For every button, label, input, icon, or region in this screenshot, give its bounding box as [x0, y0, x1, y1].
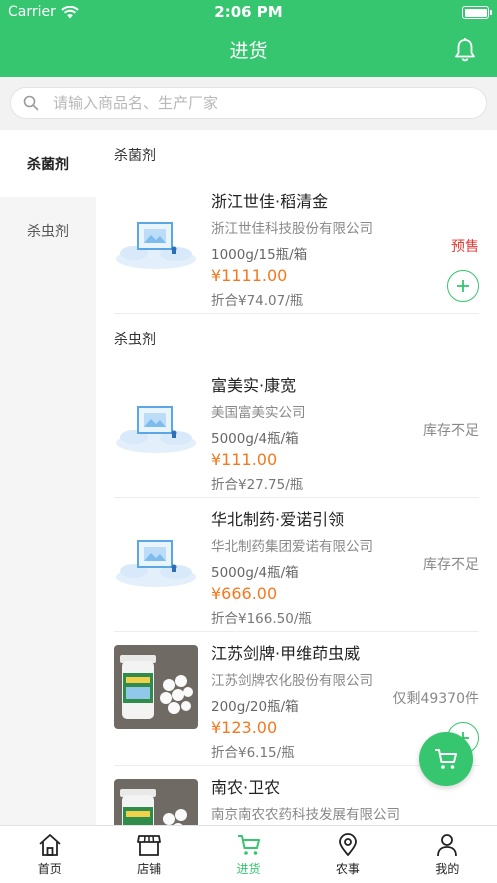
tab-label: 农事: [335, 862, 360, 876]
product-unit-price: 折合¥6.15/瓶: [211, 745, 295, 761]
image-placeholder-icon: [114, 511, 198, 595]
product-price: ¥111.00: [211, 450, 278, 469]
product-name: 富美实·康宽: [211, 376, 297, 395]
floating-cart-button[interactable]: [419, 732, 473, 786]
search-bar-container: [0, 77, 497, 130]
page-title: 进货: [229, 40, 268, 62]
battery-icon: [462, 6, 492, 19]
tab-farming[interactable]: 农事: [298, 826, 397, 883]
sidebar-item-label: 杀虫剂: [27, 223, 69, 240]
product-spec: 5000g/4瓶/箱: [211, 431, 299, 447]
tab-label: 进货: [236, 862, 261, 876]
product-company: 南京南农农药科技发展有限公司: [211, 807, 400, 823]
app-header: Carrier 2:06 PM 进货: [0, 0, 497, 77]
stock-status: 库存不足: [423, 557, 479, 573]
product-company: 美国富美实公司: [211, 405, 306, 421]
tab-label: 我的: [435, 862, 460, 876]
pesticide-bottle-photo: [114, 779, 198, 825]
product-company: 华北制药集团爱诺有限公司: [211, 539, 373, 555]
sidebar-item-insecticide[interactable]: 杀虫剂: [0, 197, 96, 264]
product-spec: 200g/20瓶/箱: [211, 699, 299, 715]
section-title: 杀虫剂: [114, 332, 156, 348]
product-card[interactable]: 华北制药·爱诺引领 华北制药集团爱诺有限公司 5000g/4瓶/箱 ¥666.0…: [114, 498, 479, 632]
product-list[interactable]: 杀菌剂 浙江世佳·稻清金 浙江世佳科技股份有限公司 1000g/15瓶/箱 ¥1…: [96, 130, 497, 825]
category-sidebar: 杀菌剂 杀虫剂: [0, 130, 96, 825]
store-icon: [137, 835, 162, 856]
sidebar-item-fungicide[interactable]: 杀菌剂: [0, 130, 96, 197]
location-icon: [339, 833, 357, 856]
product-image-placeholder: [114, 377, 198, 461]
section-title: 杀菌剂: [114, 148, 156, 164]
product-card[interactable]: 浙江世佳·稻清金 浙江世佳科技股份有限公司 1000g/15瓶/箱 ¥1111.…: [114, 180, 479, 314]
cart-icon: [435, 749, 457, 769]
cart-icon: [237, 835, 260, 855]
tab-label: 首页: [37, 862, 62, 876]
product-unit-price: 折合¥27.75/瓶: [211, 477, 304, 493]
product-spec: 5000g/4瓶/箱: [211, 565, 299, 581]
image-placeholder-icon: [114, 193, 198, 277]
presale-badge: 预售: [451, 239, 479, 255]
status-time: 2:06 PM: [214, 3, 283, 21]
tab-home[interactable]: 首页: [0, 826, 99, 883]
product-spec: 1000g/15瓶/箱: [211, 247, 308, 263]
product-company: 江苏剑牌农化股份有限公司: [211, 673, 373, 689]
bottom-tab-bar: 首页 店铺 进货 农事 我的: [0, 825, 497, 883]
remaining-stock: 仅剩49370件: [392, 691, 479, 707]
home-icon: [39, 834, 61, 856]
tab-label: 店铺: [137, 862, 162, 876]
sidebar-item-label: 杀菌剂: [27, 156, 69, 173]
tab-store[interactable]: 店铺: [99, 826, 198, 883]
product-price: ¥666.00: [211, 584, 278, 603]
pesticide-bottle-photo: [114, 645, 198, 729]
search-box[interactable]: [10, 87, 487, 119]
stock-status: 库存不足: [423, 423, 479, 439]
status-bar: Carrier 2:06 PM: [0, 0, 497, 26]
product-name: 浙江世佳·稻清金: [211, 192, 329, 211]
product-photo: [114, 779, 198, 825]
product-image-placeholder: [114, 511, 198, 595]
product-name: 华北制药·爱诺引领: [211, 510, 345, 529]
add-to-cart-button[interactable]: [447, 270, 479, 302]
product-unit-price: 折合¥74.07/瓶: [211, 293, 304, 309]
product-name: 南农·卫农: [211, 778, 281, 797]
search-input[interactable]: [53, 94, 453, 112]
product-photo: [114, 645, 198, 729]
product-unit-price: 折合¥166.50/瓶: [211, 611, 312, 627]
product-name: 江苏剑牌·甲维茚虫威: [211, 644, 361, 663]
tab-purchase[interactable]: 进货: [199, 826, 298, 883]
product-card[interactable]: 富美实·康宽 美国富美实公司 5000g/4瓶/箱 ¥111.00 折合¥27.…: [114, 364, 479, 498]
bell-icon[interactable]: [453, 37, 477, 63]
user-icon: [437, 834, 458, 857]
product-price: ¥123.00: [211, 718, 278, 737]
search-icon: [23, 95, 39, 111]
product-company: 浙江世佳科技股份有限公司: [211, 221, 373, 237]
plus-icon: [457, 280, 469, 292]
product-price: ¥1111.00: [211, 266, 288, 285]
image-placeholder-icon: [114, 377, 198, 461]
product-image-placeholder: [114, 193, 198, 277]
tab-profile[interactable]: 我的: [398, 826, 497, 883]
